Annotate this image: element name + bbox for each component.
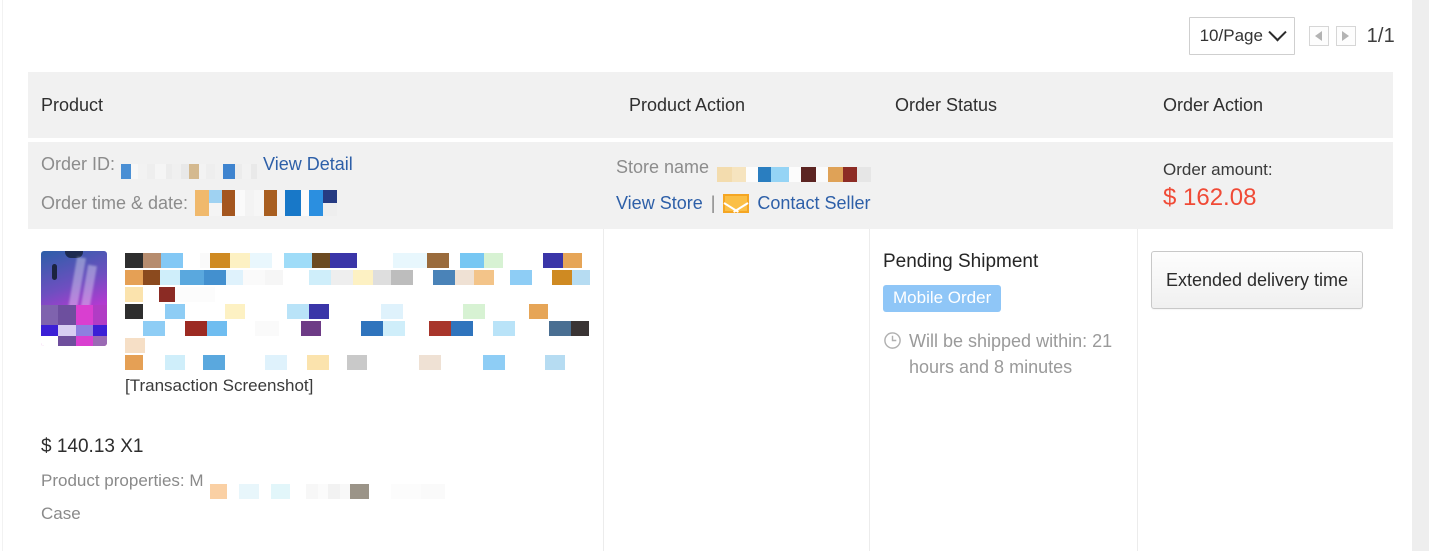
view-store-link[interactable]: View Store (616, 193, 703, 214)
order-amount-label: Order amount: (1163, 159, 1273, 179)
page-indicator: 1/1 (1366, 24, 1395, 47)
thumb-redaction (41, 336, 58, 346)
order-id-line: Order ID: View Detail (41, 154, 616, 181)
thumb-redaction (93, 325, 107, 336)
thumb-redaction (76, 325, 93, 336)
pagination-toolbar: 10/Page 1/1 (28, 0, 1395, 72)
store-name-redacted (717, 167, 872, 184)
table-row: [Transaction Screenshot] $ 140.13 X1 Pro… (28, 229, 1393, 551)
cell-order-status: Pending Shipment Mobile Order Will be sh… (869, 229, 1137, 551)
product-title-block: [Transaction Screenshot] (125, 251, 590, 396)
product-title-redacted-line3 (125, 304, 590, 321)
orders-table: Product Product Action Order Status Orde… (28, 72, 1393, 551)
order-id-label: Order ID: (41, 153, 116, 174)
mobile-order-badge: Mobile Order (883, 285, 1002, 312)
product-title-redacted-line5 (125, 355, 590, 372)
page-size-label: 10/Page (1199, 26, 1263, 45)
product-title-redacted-line2 (125, 270, 590, 304)
cell-order-action: Extended delivery time (1137, 229, 1392, 551)
product-price: $ 140.13 X1 (41, 436, 144, 457)
order-amount-block: Order amount: $ 162.08 (1150, 160, 1393, 212)
order-time-redacted (195, 189, 338, 218)
next-page-button[interactable] (1335, 26, 1356, 46)
page-size-select[interactable]: 10/Page (1188, 17, 1295, 55)
triangle-left-icon (1315, 31, 1323, 41)
store-name-line: Store name (616, 157, 882, 184)
thumb-redaction (58, 305, 76, 325)
header-product-action: Product Action (629, 94, 746, 115)
thumb-redaction (58, 336, 76, 346)
header-order-action: Order Action (1163, 94, 1264, 115)
thumb-redaction (76, 305, 93, 325)
view-detail-link[interactable]: View Detail (263, 154, 353, 175)
shipping-eta-text: Will be shipped within: 21 hours and 8 m… (909, 328, 1124, 380)
envelope-icon (723, 194, 750, 213)
thumb-redaction (41, 305, 58, 325)
order-time-line: Order time & date: (41, 189, 616, 218)
product-properties-suffix: Case (41, 504, 81, 523)
store-actions: View Store | Contact Seller (616, 193, 882, 214)
contact-seller-link[interactable]: Contact Seller (757, 193, 870, 214)
thumb-redaction (58, 325, 76, 336)
product-title-redacted-line1 (125, 253, 590, 270)
order-amount-value: $ 162.08 (1163, 183, 1257, 211)
order-identity: Order ID: View Detail Order time & date: (28, 154, 616, 218)
clock-icon (883, 331, 902, 357)
table-header-row: Product Product Action Order Status Orde… (28, 72, 1393, 138)
pager: 1/1 (1308, 24, 1395, 48)
thumb-redaction (93, 336, 107, 346)
page-scroll-gutter[interactable] (1412, 0, 1429, 551)
extended-delivery-time-button[interactable]: Extended delivery time (1151, 251, 1363, 309)
order-id-redacted (121, 163, 258, 181)
triangle-right-icon (1342, 31, 1350, 41)
chevron-down-icon (1267, 22, 1287, 41)
prev-page-button[interactable] (1308, 26, 1329, 46)
order-summary-bar: Order ID: View Detail Order time & date:… (28, 138, 1393, 229)
order-status-title: Pending Shipment (883, 251, 1039, 272)
product-title-redacted-line4 (125, 321, 590, 355)
product-properties-redacted (210, 484, 446, 501)
header-order-status: Order Status (895, 94, 998, 115)
product-properties-label: Product properties: (41, 471, 185, 490)
eta-line-1: Will be shipped within: (909, 331, 1088, 351)
thumb-redaction (93, 305, 107, 325)
product-properties: Product properties: M Case (41, 468, 451, 527)
order-list-page: 10/Page 1/1 Product Product Action Order… (0, 0, 1429, 551)
thumb-redaction (76, 336, 93, 346)
transaction-screenshot-label: [Transaction Screenshot] (125, 376, 314, 395)
phone-camera-icon (52, 264, 57, 280)
order-time-label: Order time & date: (41, 193, 189, 213)
cell-product-action (603, 229, 869, 551)
thumb-redaction (41, 325, 58, 336)
store-info: Store name View Store | Contact Seller (616, 157, 882, 214)
action-separator: | (710, 193, 716, 213)
product-properties-prefix: M (189, 471, 204, 490)
left-gutter (0, 0, 3, 551)
header-product: Product (41, 94, 104, 115)
shipping-eta: Will be shipped within: 21 hours and 8 m… (883, 328, 1124, 380)
cell-product: [Transaction Screenshot] $ 140.13 X1 Pro… (28, 229, 603, 551)
store-name-label: Store name (616, 157, 710, 177)
product-thumbnail[interactable] (41, 251, 107, 346)
